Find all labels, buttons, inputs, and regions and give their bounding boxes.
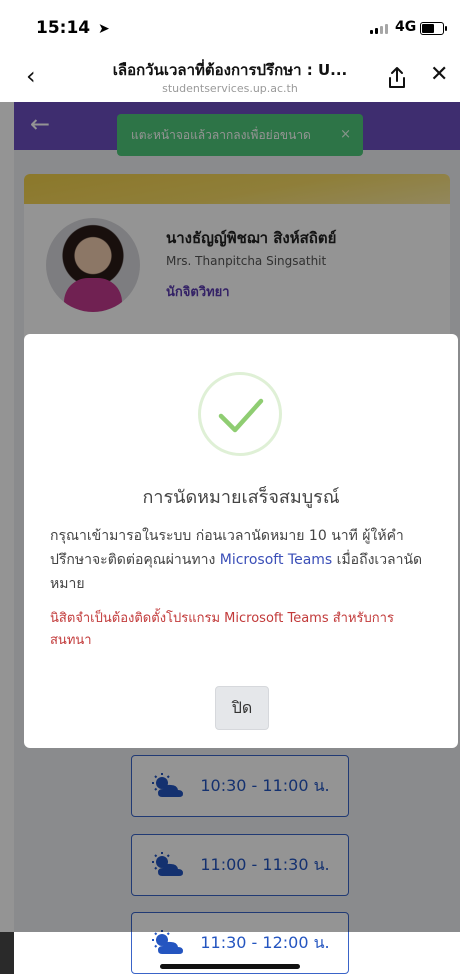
modal-warning: นิสิตจำเป็นต้องติดตั้งโปรแกรม Microsoft …	[50, 611, 394, 648]
screen-edge	[0, 932, 14, 974]
modal-title: การนัดหมายเสร็จสมบูรณ์	[142, 487, 340, 508]
home-indicator[interactable]	[160, 964, 300, 969]
page-url: studentservices.up.ac.th	[162, 82, 298, 95]
share-icon[interactable]	[386, 66, 408, 90]
status-time: 15:14 ➤	[36, 18, 110, 38]
time-text: 15:14	[36, 18, 91, 38]
modal-message: กรุณาเข้ามารอในระบบ ก่อนเวลานัดหมาย 10 น…	[50, 524, 434, 596]
check-icon	[198, 372, 282, 456]
battery-icon	[420, 22, 447, 35]
status-bar: 15:14 ➤ 4G	[0, 0, 460, 56]
partly-cloudy-icon	[152, 930, 184, 954]
close-button[interactable]: ปิด	[215, 686, 269, 730]
browser-back-button[interactable]: ‹	[26, 62, 36, 90]
browser-close-button[interactable]: ✕	[430, 62, 448, 87]
phone-screen: 15:14 ➤ 4G ‹ เลือกวันเวลาที่ต้องการปรึกษ…	[0, 0, 460, 974]
network-type: 4G	[395, 19, 417, 35]
browser-toolbar: ‹ เลือกวันเวลาที่ต้องการปรึกษา : U... st…	[0, 56, 460, 102]
time-slot-label: 11:30 - 12:00 น.	[200, 932, 330, 952]
success-modal: การนัดหมายเสร็จสมบูรณ์ กรุณาเข้ามารอในระ…	[24, 334, 458, 748]
signal-strength-icon	[370, 24, 388, 34]
location-arrow-icon: ➤	[98, 21, 110, 37]
page-title: เลือกวันเวลาที่ต้องการปรึกษา : U...	[112, 61, 348, 79]
microsoft-teams-link: Microsoft Teams	[219, 552, 333, 568]
